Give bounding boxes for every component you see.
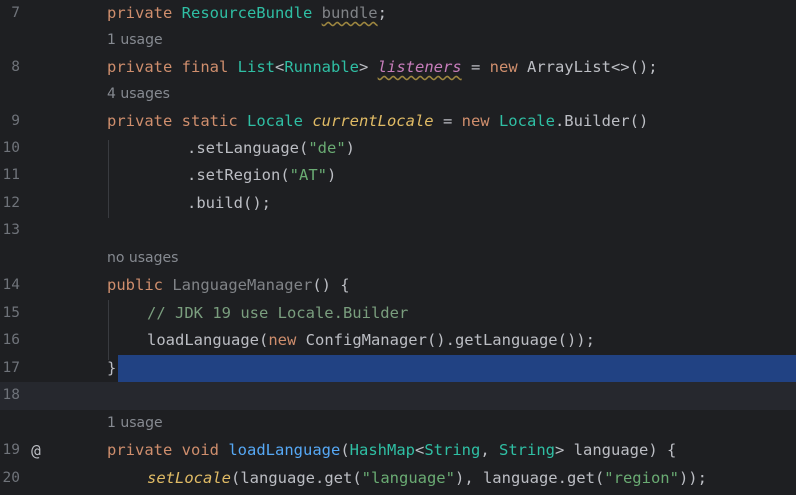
line-number: 14 [2,277,20,293]
code-line[interactable]: 13 [0,217,796,245]
line-number: 10 [2,140,20,156]
usage-hint-line: 4 usages [0,81,796,109]
usage-hint[interactable]: 4 usages [107,81,170,109]
usage-hint[interactable]: 1 usage [107,410,163,438]
code-line[interactable]: 16 loadLanguage(new ConfigManager().getL… [0,327,796,355]
usage-hint-line: 1 usage [0,27,796,55]
current-code-line[interactable]: 18 [0,382,796,410]
usage-hint-line: no usages [0,245,796,273]
usage-hint[interactable]: no usages [107,245,178,273]
code-text[interactable]: .build(); [187,190,271,218]
code-text[interactable]: private void loadLanguage(HashMap<String… [107,437,676,465]
line-number: 9 [11,113,20,129]
line-number: 18 [2,387,20,403]
line-number: 12 [2,195,20,211]
code-comment[interactable]: // JDK 19 use Locale.Builder [147,300,408,328]
line-number: 11 [2,167,20,183]
code-line[interactable]: 12 .build(); [0,190,796,218]
line-number: 20 [2,470,20,486]
usage-hint-line: 1 usage [0,410,796,438]
line-number: 19 [2,442,20,458]
code-line[interactable]: 17 } [0,355,796,383]
line-number: 7 [11,5,20,21]
code-line[interactable]: 14 public LanguageManager() { [0,272,796,300]
usage-hint[interactable]: 1 usage [107,27,163,55]
code-text[interactable]: .setRegion("AT") [187,162,336,190]
code-text[interactable]: private final List<Runnable> listeners =… [107,54,658,82]
line-number: 16 [2,332,20,348]
code-line[interactable]: 7 private ResourceBundle bundle; [0,0,796,28]
code-line[interactable]: 9 private static Locale currentLocale = … [0,108,796,136]
code-line[interactable]: 8 private final List<Runnable> listeners… [0,54,796,82]
code-line[interactable]: 19 @ private void loadLanguage(HashMap<S… [0,437,796,465]
line-number: 15 [2,305,20,321]
line-number: 8 [11,59,20,75]
code-editor[interactable]: 7 private ResourceBundle bundle; 1 usage… [0,0,796,495]
code-line[interactable]: 11 .setRegion("AT") [0,162,796,190]
code-text[interactable]: private ResourceBundle bundle; [107,0,387,28]
code-text[interactable]: setLocale(language.get("language"), lang… [147,465,707,493]
code-text[interactable]: loadLanguage(new ConfigManager().getLang… [147,327,595,355]
code-text[interactable]: private static Locale currentLocale = ne… [107,108,648,136]
line-number: 17 [2,360,20,376]
code-line[interactable]: 20 setLocale(language.get("language"), l… [0,465,796,493]
code-line[interactable]: 15 // JDK 19 use Locale.Builder [0,300,796,328]
code-text[interactable]: } [107,355,116,383]
override-at-icon[interactable]: @ [27,437,45,465]
code-line[interactable]: 10 .setLanguage("de") [0,135,796,163]
line-number: 13 [2,222,20,238]
code-text[interactable]: .setLanguage("de") [187,135,355,163]
code-text[interactable]: public LanguageManager() { [107,272,350,300]
